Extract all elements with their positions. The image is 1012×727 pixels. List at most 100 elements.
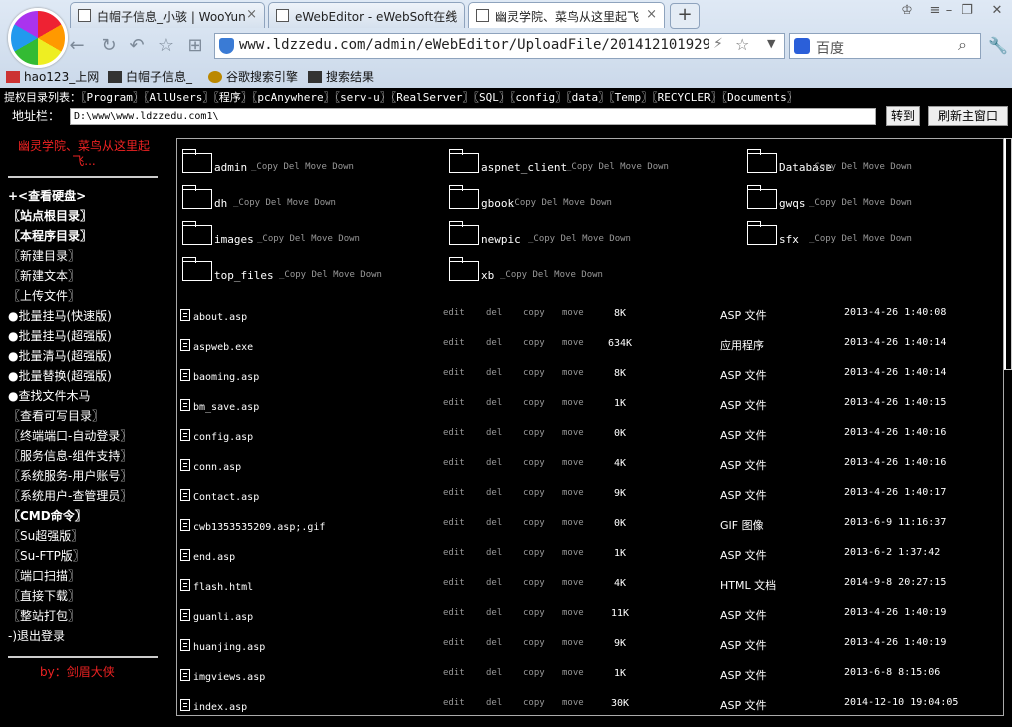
url-text[interactable]: www.ldzzedu.com/admin/eWebEditor/UploadF… — [239, 37, 709, 53]
del-link[interactable]: del — [486, 548, 502, 558]
file-row[interactable]: index.asp edit del copy move 30K ASP 文件 2014-12… — [180, 697, 980, 727]
folder-actions[interactable]: _Copy Del Move Down — [809, 234, 912, 244]
copy-link[interactable]: copy — [523, 578, 545, 588]
del-link[interactable]: del — [486, 428, 502, 438]
move-link[interactable]: move — [562, 428, 584, 438]
edit-link[interactable]: edit — [443, 518, 465, 528]
copy-link[interactable]: copy — [523, 488, 545, 498]
search-icon[interactable]: ⌕ — [958, 35, 967, 55]
del-link[interactable]: del — [486, 398, 502, 408]
del-link[interactable]: del — [486, 608, 502, 618]
sidebar-menu-item[interactable]: ●批量挂马(快速版) — [8, 307, 112, 324]
file-row[interactable]: Contact.asp edit del copy move 9K ASP 文件 2013-4… — [180, 487, 980, 517]
file-name[interactable]: flash.html — [193, 582, 253, 593]
folder-actions[interactable]: _Copy Del Move Down — [257, 234, 360, 244]
search-box[interactable]: 百度 ⌕ — [789, 33, 981, 59]
skin-icon[interactable]: ♔ — [896, 3, 918, 21]
file-name[interactable]: baoming.asp — [193, 372, 259, 383]
tools-icon[interactable]: 🔧 — [988, 36, 1008, 55]
file-name[interactable]: conn.asp — [193, 462, 241, 473]
move-link[interactable]: move — [562, 368, 584, 378]
sidebar-menu-item[interactable]: 〖端口扫描〗 — [8, 567, 80, 584]
folder-actions[interactable]: _Copy Del Move Down — [233, 198, 336, 208]
del-link[interactable]: del — [486, 578, 502, 588]
move-link[interactable]: move — [562, 608, 584, 618]
bookmark-star-icon[interactable]: ☆ — [735, 35, 749, 54]
bookmark-item[interactable]: 白帽子信息_ — [108, 68, 192, 85]
edit-link[interactable]: edit — [443, 368, 465, 378]
file-row[interactable]: aspweb.exe edit del copy move 634K 应用程序 2013-4-… — [180, 337, 980, 367]
move-link[interactable]: move — [562, 548, 584, 558]
file-name[interactable]: config.asp — [193, 432, 253, 443]
folder-actions[interactable]: _Copy Del Move Down — [251, 162, 354, 172]
sidebar-menu-item[interactable]: ●批量清马(超强版) — [8, 347, 112, 364]
bookmark-item[interactable]: 搜索结果 — [308, 68, 374, 85]
sidebar-menu-item[interactable]: 〖新建文本〗 — [8, 267, 80, 284]
file-name[interactable]: bm_save.asp — [193, 402, 259, 413]
folder-name[interactable]: gwqs — [779, 197, 806, 210]
move-link[interactable]: move — [562, 578, 584, 588]
move-link[interactable]: move — [562, 458, 584, 468]
file-name[interactable]: huanjing.asp — [193, 642, 265, 653]
copy-link[interactable]: copy — [523, 338, 545, 348]
file-row[interactable]: flash.html edit del copy move 4K HTML 文档 2014-9… — [180, 577, 980, 607]
edit-link[interactable]: edit — [443, 308, 465, 318]
del-link[interactable]: del — [486, 698, 502, 708]
file-row[interactable]: baoming.asp edit del copy move 8K ASP 文件 2013-4… — [180, 367, 980, 397]
folder-actions[interactable]: _Copy Del Move Down — [566, 162, 669, 172]
move-link[interactable]: move — [562, 398, 584, 408]
folder-name[interactable]: admin — [214, 161, 247, 174]
folder-name[interactable]: dh — [214, 197, 227, 210]
file-row[interactable]: guanli.asp edit del copy move 11K ASP 文件 2013-4… — [180, 607, 980, 637]
folder-actions[interactable]: _Copy Del Move Down — [509, 198, 612, 208]
restore-icon[interactable]: ❐ — [956, 3, 978, 21]
move-link[interactable]: move — [562, 638, 584, 648]
move-link[interactable]: move — [562, 308, 584, 318]
edit-link[interactable]: edit — [443, 488, 465, 498]
sidebar-menu-item[interactable]: 〖终端端口-自动登录〗 — [8, 427, 132, 444]
edit-link[interactable]: edit — [443, 638, 465, 648]
scrollbar[interactable] — [1004, 138, 1012, 370]
sidebar-menu-item[interactable]: ●批量挂马(超强版) — [8, 327, 112, 344]
browser-logo-icon[interactable] — [8, 8, 68, 68]
file-name[interactable]: Contact.asp — [193, 492, 259, 503]
tab-active[interactable]: 幽灵学院、菜鸟从这里起飞 × — [468, 2, 665, 28]
del-link[interactable]: del — [486, 668, 502, 678]
file-row[interactable]: bm_save.asp edit del copy move 1K ASP 文件 2013-4… — [180, 397, 980, 427]
copy-link[interactable]: copy — [523, 368, 545, 378]
sidebar-menu-item[interactable]: 〖新建目录〗 — [8, 247, 80, 264]
close-icon[interactable]: × — [246, 7, 257, 22]
del-link[interactable]: del — [486, 458, 502, 468]
sidebar-menu-item[interactable]: 〖系统用户-查管理员〗 — [8, 487, 132, 504]
del-link[interactable]: del — [486, 308, 502, 318]
file-row[interactable]: conn.asp edit del copy move 4K ASP 文件 2013-4-26… — [180, 457, 980, 487]
sidebar-menu-item[interactable]: ●批量替换(超强版) — [8, 367, 112, 384]
folder-name[interactable]: top_files — [214, 269, 274, 282]
copy-link[interactable]: copy — [523, 308, 545, 318]
refresh-icon[interactable]: ↻ — [98, 35, 120, 57]
new-tab-button[interactable]: + — [670, 3, 700, 29]
sidebar-menu-item[interactable]: -)退出登录 — [8, 627, 65, 644]
sidebar-menu-item[interactable]: 〖站点根目录〗 — [8, 207, 92, 224]
close-window-icon[interactable]: ✕ — [986, 3, 1008, 21]
sidebar-menu-item[interactable]: 〖Su超强版〗 — [8, 527, 83, 544]
edit-link[interactable]: edit — [443, 548, 465, 558]
del-link[interactable]: del — [486, 338, 502, 348]
sidebar-menu-item[interactable]: 〖上传文件〗 — [8, 287, 80, 304]
folder-actions[interactable]: _Copy Del Move Down — [500, 270, 603, 280]
undo-icon[interactable]: ↶ — [126, 35, 148, 57]
lightning-icon[interactable]: ⚡ — [713, 36, 723, 52]
move-link[interactable]: move — [562, 518, 584, 528]
file-row[interactable]: about.asp edit del copy move 8K ASP 文件 2013-4-2… — [180, 307, 980, 337]
file-name[interactable]: index.asp — [193, 702, 247, 713]
folder-name[interactable]: images — [214, 233, 254, 246]
folder-actions[interactable]: _Copy Del Move Down — [279, 270, 382, 280]
close-icon[interactable]: × — [446, 7, 457, 22]
sidebar-menu-item[interactable]: 〖CMD命令〗 — [8, 507, 87, 524]
folder-actions[interactable]: _Copy Del Move Down — [809, 162, 912, 172]
sidebar-menu-item[interactable]: +<查看硬盘> — [8, 187, 86, 204]
copy-link[interactable]: copy — [523, 698, 545, 708]
sidebar-menu-item[interactable]: 〖Su-FTP版〗 — [8, 547, 85, 564]
folder-name[interactable]: aspnet_client — [481, 161, 567, 174]
dir-list[interactable]: 提权目录列表：〖Program〗〖AllUsers〗〖程序〗〖pcAnywher… — [4, 89, 798, 105]
